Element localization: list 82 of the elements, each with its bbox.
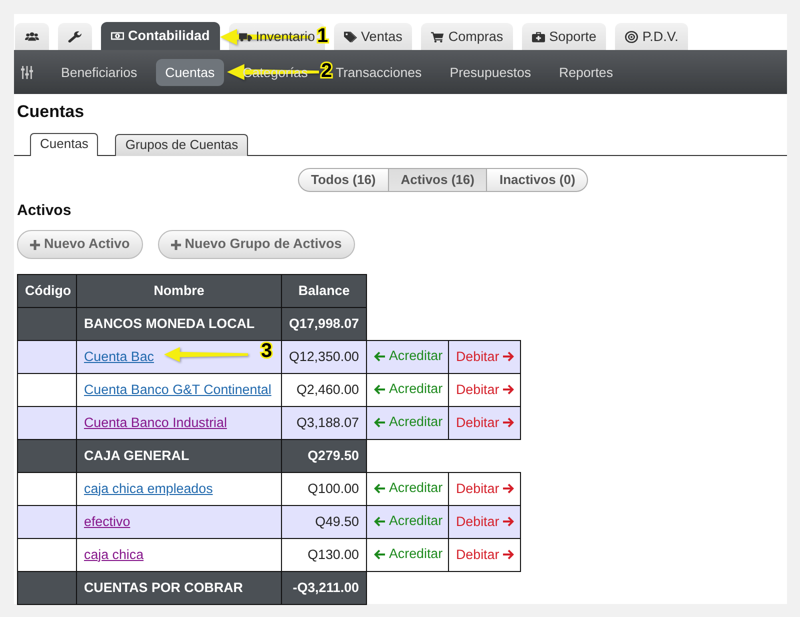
section-tab[interactable]: Cuentas [30, 133, 98, 156]
balance-cell: Q3,188.07 [282, 406, 366, 440]
account-link[interactable]: caja chica empleados [84, 480, 213, 496]
add-button[interactable]: Nuevo Grupo de Activos [158, 230, 355, 259]
debit-link[interactable]: Debitar [456, 544, 514, 566]
add-button[interactable]: Nuevo Activo [17, 230, 143, 259]
group-balance: -Q3,211.00 [282, 572, 366, 604]
balance-cell: Q130.00 [282, 538, 366, 572]
nav-tab[interactable]: Compras [421, 23, 514, 50]
nav-tab[interactable]: Contabilidad [101, 22, 220, 50]
filter-button[interactable]: Inactivos (0) [487, 168, 588, 192]
nav-tab[interactable] [15, 23, 49, 50]
sub-nav-link[interactable]: Presupuestos [440, 58, 540, 86]
group-name: BANCOS MONEDA LOCAL [76, 308, 282, 340]
account-link[interactable]: efectivo [84, 514, 130, 529]
nav-tab[interactable] [58, 23, 92, 50]
column-header: Balance [282, 274, 366, 308]
arrow-right-icon [503, 417, 514, 428]
arrow-left-icon [374, 482, 385, 494]
annotation-number: 2 [321, 61, 332, 82]
table-cell [18, 572, 76, 604]
filter-button[interactable]: Todos (16) [298, 168, 389, 192]
banknote-icon [111, 30, 124, 42]
arrow-left-icon [374, 384, 385, 395]
debit-link[interactable]: Debitar [456, 512, 514, 532]
filter-button[interactable]: Activos (16) [388, 168, 488, 192]
page-title: Cuentas [17, 102, 86, 122]
sub-nav-link[interactable]: Beneficiarios [52, 58, 146, 86]
medical-case-icon [532, 30, 546, 42]
credit-link[interactable]: Acreditar [374, 412, 443, 432]
arrow-right-icon [503, 549, 514, 560]
account-link[interactable]: Cuenta Bac [84, 348, 154, 364]
annotation-number: 1 [317, 26, 328, 47]
arrow-left-icon [374, 548, 385, 560]
truck-icon [238, 30, 252, 42]
nav-tab[interactable]: Soporte [522, 23, 606, 50]
arrow-right-icon [503, 384, 514, 396]
credit-link[interactable]: Acreditar [374, 478, 443, 498]
group-balance: Q17,998.07 [282, 308, 366, 340]
cart-icon [431, 30, 444, 42]
plus-icon [30, 240, 40, 250]
balance-cell: Q100.00 [282, 472, 366, 506]
sub-nav-link[interactable]: Cuentas [156, 58, 224, 86]
arrow-right-icon [503, 483, 514, 494]
debit-link[interactable]: Debitar [456, 346, 514, 368]
credit-link[interactable]: Acreditar [374, 544, 443, 564]
annotation-number: 3 [261, 341, 272, 362]
nav-tab[interactable]: Ventas [334, 23, 412, 50]
sliders-icon [21, 66, 33, 78]
arrow-left-icon [374, 416, 385, 428]
balance-cell: Q12,350.00 [282, 340, 366, 374]
column-header: Código [18, 274, 76, 308]
plus-icon [170, 240, 181, 250]
nav-tab[interactable]: P.D.V. [615, 23, 688, 50]
debit-link[interactable]: Debitar [456, 380, 514, 400]
credit-link[interactable]: Acreditar [374, 379, 443, 400]
wrench-icon [68, 30, 82, 42]
debit-link[interactable]: Debitar [456, 478, 514, 500]
column-header: Nombre [76, 274, 282, 308]
arrow-left-icon [374, 516, 385, 527]
group-name: CUENTAS POR COBRAR [76, 572, 282, 604]
arrow-right-icon [503, 516, 514, 528]
users-icon [25, 30, 39, 42]
account-link[interactable]: Cuenta Banco Industrial [84, 414, 227, 430]
section-title: Activos [17, 201, 72, 221]
arrow-left-icon [374, 350, 385, 362]
group-balance: Q279.50 [282, 440, 366, 472]
credit-link[interactable]: Acreditar [374, 511, 443, 532]
target-icon [625, 30, 638, 42]
credit-link[interactable]: Acreditar [374, 346, 443, 366]
balance-cell: Q2,460.00 [282, 374, 366, 406]
account-link[interactable]: caja chica [84, 546, 144, 562]
tag-icon [344, 30, 358, 42]
balance-cell: Q49.50 [282, 506, 366, 538]
debit-link[interactable]: Debitar [456, 412, 514, 434]
table-cell [18, 440, 76, 472]
account-link[interactable]: Cuenta Banco G&T Continental [84, 382, 272, 397]
sub-nav-link[interactable]: Reportes [550, 58, 622, 86]
arrow-right-icon [503, 351, 514, 362]
table-cell [18, 308, 76, 340]
group-name: CAJA GENERAL [76, 440, 282, 472]
section-tab[interactable]: Grupos de Cuentas [115, 134, 248, 156]
